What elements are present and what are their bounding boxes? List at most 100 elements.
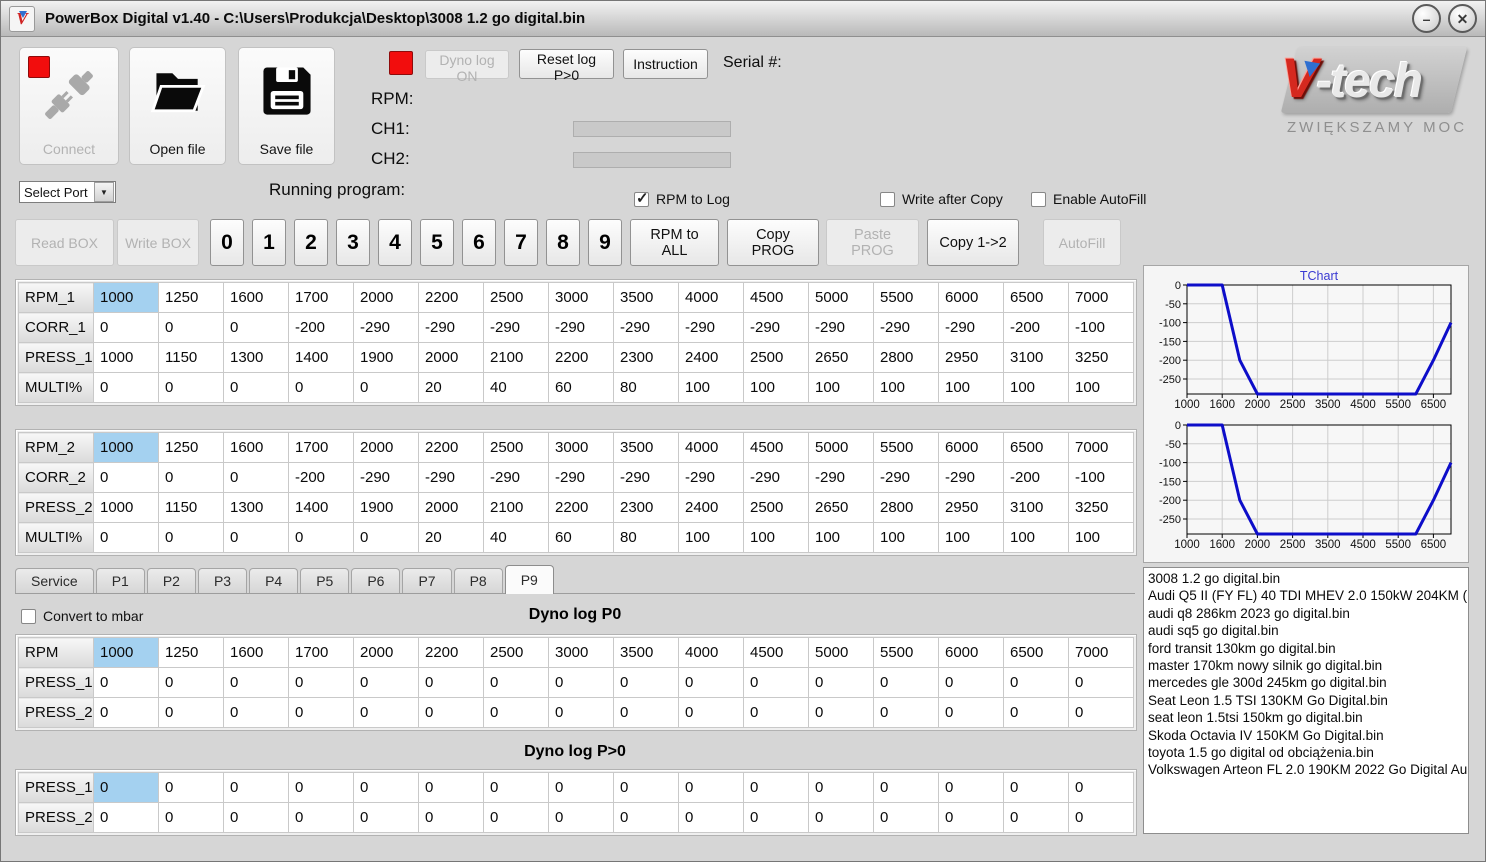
grid-cell[interactable]: 0 — [743, 697, 809, 728]
grid-cell[interactable]: -290 — [483, 312, 549, 343]
grid-cell[interactable]: 0 — [1003, 667, 1069, 698]
grid-cell[interactable]: 2200 — [548, 492, 614, 523]
grid-cell[interactable]: 2000 — [418, 342, 484, 373]
grid-cell[interactable]: 1900 — [353, 492, 419, 523]
grid-cell[interactable]: 40 — [483, 522, 549, 553]
grid-cell[interactable]: 2500 — [483, 637, 549, 668]
grid-cell[interactable]: 2800 — [873, 492, 939, 523]
grid-cell[interactable]: 2200 — [418, 432, 484, 463]
grid-cell[interactable]: 2650 — [808, 492, 874, 523]
grid-cell[interactable]: 0 — [678, 802, 744, 833]
grid-cell[interactable]: -290 — [353, 312, 419, 343]
grid-cell[interactable]: 0 — [418, 772, 484, 803]
grid-cell[interactable]: 0 — [743, 772, 809, 803]
grid-cell[interactable]: 0 — [93, 312, 159, 343]
grid-cell[interactable]: 0 — [483, 802, 549, 833]
digit-button-6[interactable]: 6 — [462, 219, 496, 266]
grid-cell[interactable]: 0 — [93, 372, 159, 403]
grid-cell[interactable]: 0 — [353, 522, 419, 553]
grid-cell[interactable]: 2400 — [678, 342, 744, 373]
grid-cell[interactable]: 3250 — [1068, 342, 1134, 373]
file-item[interactable]: mercedes gle 300d 245km go digital.bin — [1148, 674, 1468, 691]
grid-cell[interactable]: -290 — [678, 312, 744, 343]
copy-1-to-2-button[interactable]: Copy 1->2 — [927, 219, 1019, 266]
grid-cell[interactable]: 0 — [288, 667, 354, 698]
grid-cell[interactable]: 0 — [743, 802, 809, 833]
grid-cell[interactable]: 0 — [938, 697, 1004, 728]
grid-cell[interactable]: 0 — [1068, 802, 1134, 833]
open-file-button[interactable]: Open file — [129, 47, 226, 165]
grid-cell[interactable]: 0 — [808, 667, 874, 698]
grid-cell[interactable]: 0 — [613, 772, 679, 803]
file-item[interactable]: master 170km nowy silnik go digital.bin — [1148, 657, 1468, 674]
grid-cell[interactable]: 1000 — [93, 342, 159, 373]
grid-cell[interactable]: 2000 — [418, 492, 484, 523]
grid-cell[interactable]: 2000 — [353, 282, 419, 313]
grid-cell[interactable]: 20 — [418, 372, 484, 403]
grid-cell[interactable]: 3500 — [613, 432, 679, 463]
grid-cell[interactable]: 0 — [158, 462, 224, 493]
grid-cell[interactable]: 0 — [353, 697, 419, 728]
grid-cell[interactable]: 0 — [93, 697, 159, 728]
digit-button-5[interactable]: 5 — [420, 219, 454, 266]
tab-p5[interactable]: P5 — [300, 568, 350, 593]
grid-cell[interactable]: 80 — [613, 372, 679, 403]
grid-cell[interactable]: 0 — [353, 802, 419, 833]
grid-cell[interactable]: 100 — [743, 372, 809, 403]
file-item[interactable]: toyota 1.5 go digital od obciążenia.bin — [1148, 744, 1468, 761]
grid-cell[interactable]: 0 — [158, 802, 224, 833]
grid-cell[interactable]: 6000 — [938, 637, 1004, 668]
grid-cell[interactable]: 1000 — [93, 637, 159, 668]
grid-cell[interactable]: 5500 — [873, 432, 939, 463]
grid-cell[interactable]: 0 — [938, 667, 1004, 698]
grid-cell[interactable]: 3250 — [1068, 492, 1134, 523]
grid-cell[interactable]: 4500 — [743, 637, 809, 668]
grid-cell[interactable]: 0 — [1068, 667, 1134, 698]
grid-cell[interactable]: 2100 — [483, 342, 549, 373]
grid-cell[interactable]: 0 — [158, 522, 224, 553]
grid-cell[interactable]: 0 — [223, 697, 289, 728]
grid-cell[interactable]: 2000 — [353, 432, 419, 463]
grid-cell[interactable]: -290 — [548, 462, 614, 493]
grid-cell[interactable]: 1700 — [288, 637, 354, 668]
grid-cell[interactable]: 0 — [678, 667, 744, 698]
grid-cell[interactable]: 0 — [548, 667, 614, 698]
write-after-copy-checkbox-box[interactable] — [880, 191, 895, 207]
tab-p9[interactable]: P9 — [504, 565, 554, 594]
grid-cell[interactable]: -290 — [743, 312, 809, 343]
grid-cell[interactable]: 0 — [743, 667, 809, 698]
grid-cell[interactable]: 3000 — [548, 432, 614, 463]
file-item[interactable]: Skoda Octavia IV 150KM Go Digital.bin — [1148, 727, 1468, 744]
grid-cell[interactable]: 100 — [1003, 372, 1069, 403]
grid-cell[interactable]: 2000 — [353, 637, 419, 668]
grid-cell[interactable]: 0 — [873, 772, 939, 803]
grid-cell[interactable]: 0 — [288, 772, 354, 803]
grid-cell[interactable]: 3500 — [613, 282, 679, 313]
grid-cell[interactable]: 2500 — [483, 282, 549, 313]
grid-cell[interactable]: 1900 — [353, 342, 419, 373]
file-item[interactable]: 3008 1.2 go digital.bin — [1148, 570, 1468, 587]
grid-cell[interactable]: 0 — [613, 667, 679, 698]
enable-autofill-checkbox[interactable]: Enable AutoFill — [1031, 191, 1146, 207]
grid-cell[interactable]: 0 — [93, 462, 159, 493]
tab-p1[interactable]: P1 — [95, 568, 145, 593]
grid-cell[interactable]: 1250 — [158, 282, 224, 313]
grid-cell[interactable]: 100 — [873, 522, 939, 553]
grid-cell[interactable]: -290 — [483, 462, 549, 493]
grid-cell[interactable]: -100 — [1068, 462, 1134, 493]
grid-cell[interactable]: 0 — [418, 802, 484, 833]
digit-button-4[interactable]: 4 — [378, 219, 412, 266]
grid-cell[interactable]: 1600 — [223, 432, 289, 463]
digit-button-2[interactable]: 2 — [294, 219, 328, 266]
grid-cell[interactable]: 0 — [93, 772, 159, 803]
grid-cell[interactable]: 4500 — [743, 432, 809, 463]
grid-cell[interactable]: 0 — [288, 802, 354, 833]
grid-cell[interactable]: 60 — [548, 372, 614, 403]
grid-cell[interactable]: -290 — [938, 312, 1004, 343]
grid-cell[interactable]: 1000 — [93, 282, 159, 313]
grid-cell[interactable]: 0 — [158, 667, 224, 698]
grid-cell[interactable]: 6000 — [938, 432, 1004, 463]
file-item[interactable]: Volkswagen Arteon FL 2.0 190KM 2022 Go D… — [1148, 761, 1468, 778]
grid-cell[interactable]: 1300 — [223, 492, 289, 523]
grid-cell[interactable]: 0 — [873, 667, 939, 698]
